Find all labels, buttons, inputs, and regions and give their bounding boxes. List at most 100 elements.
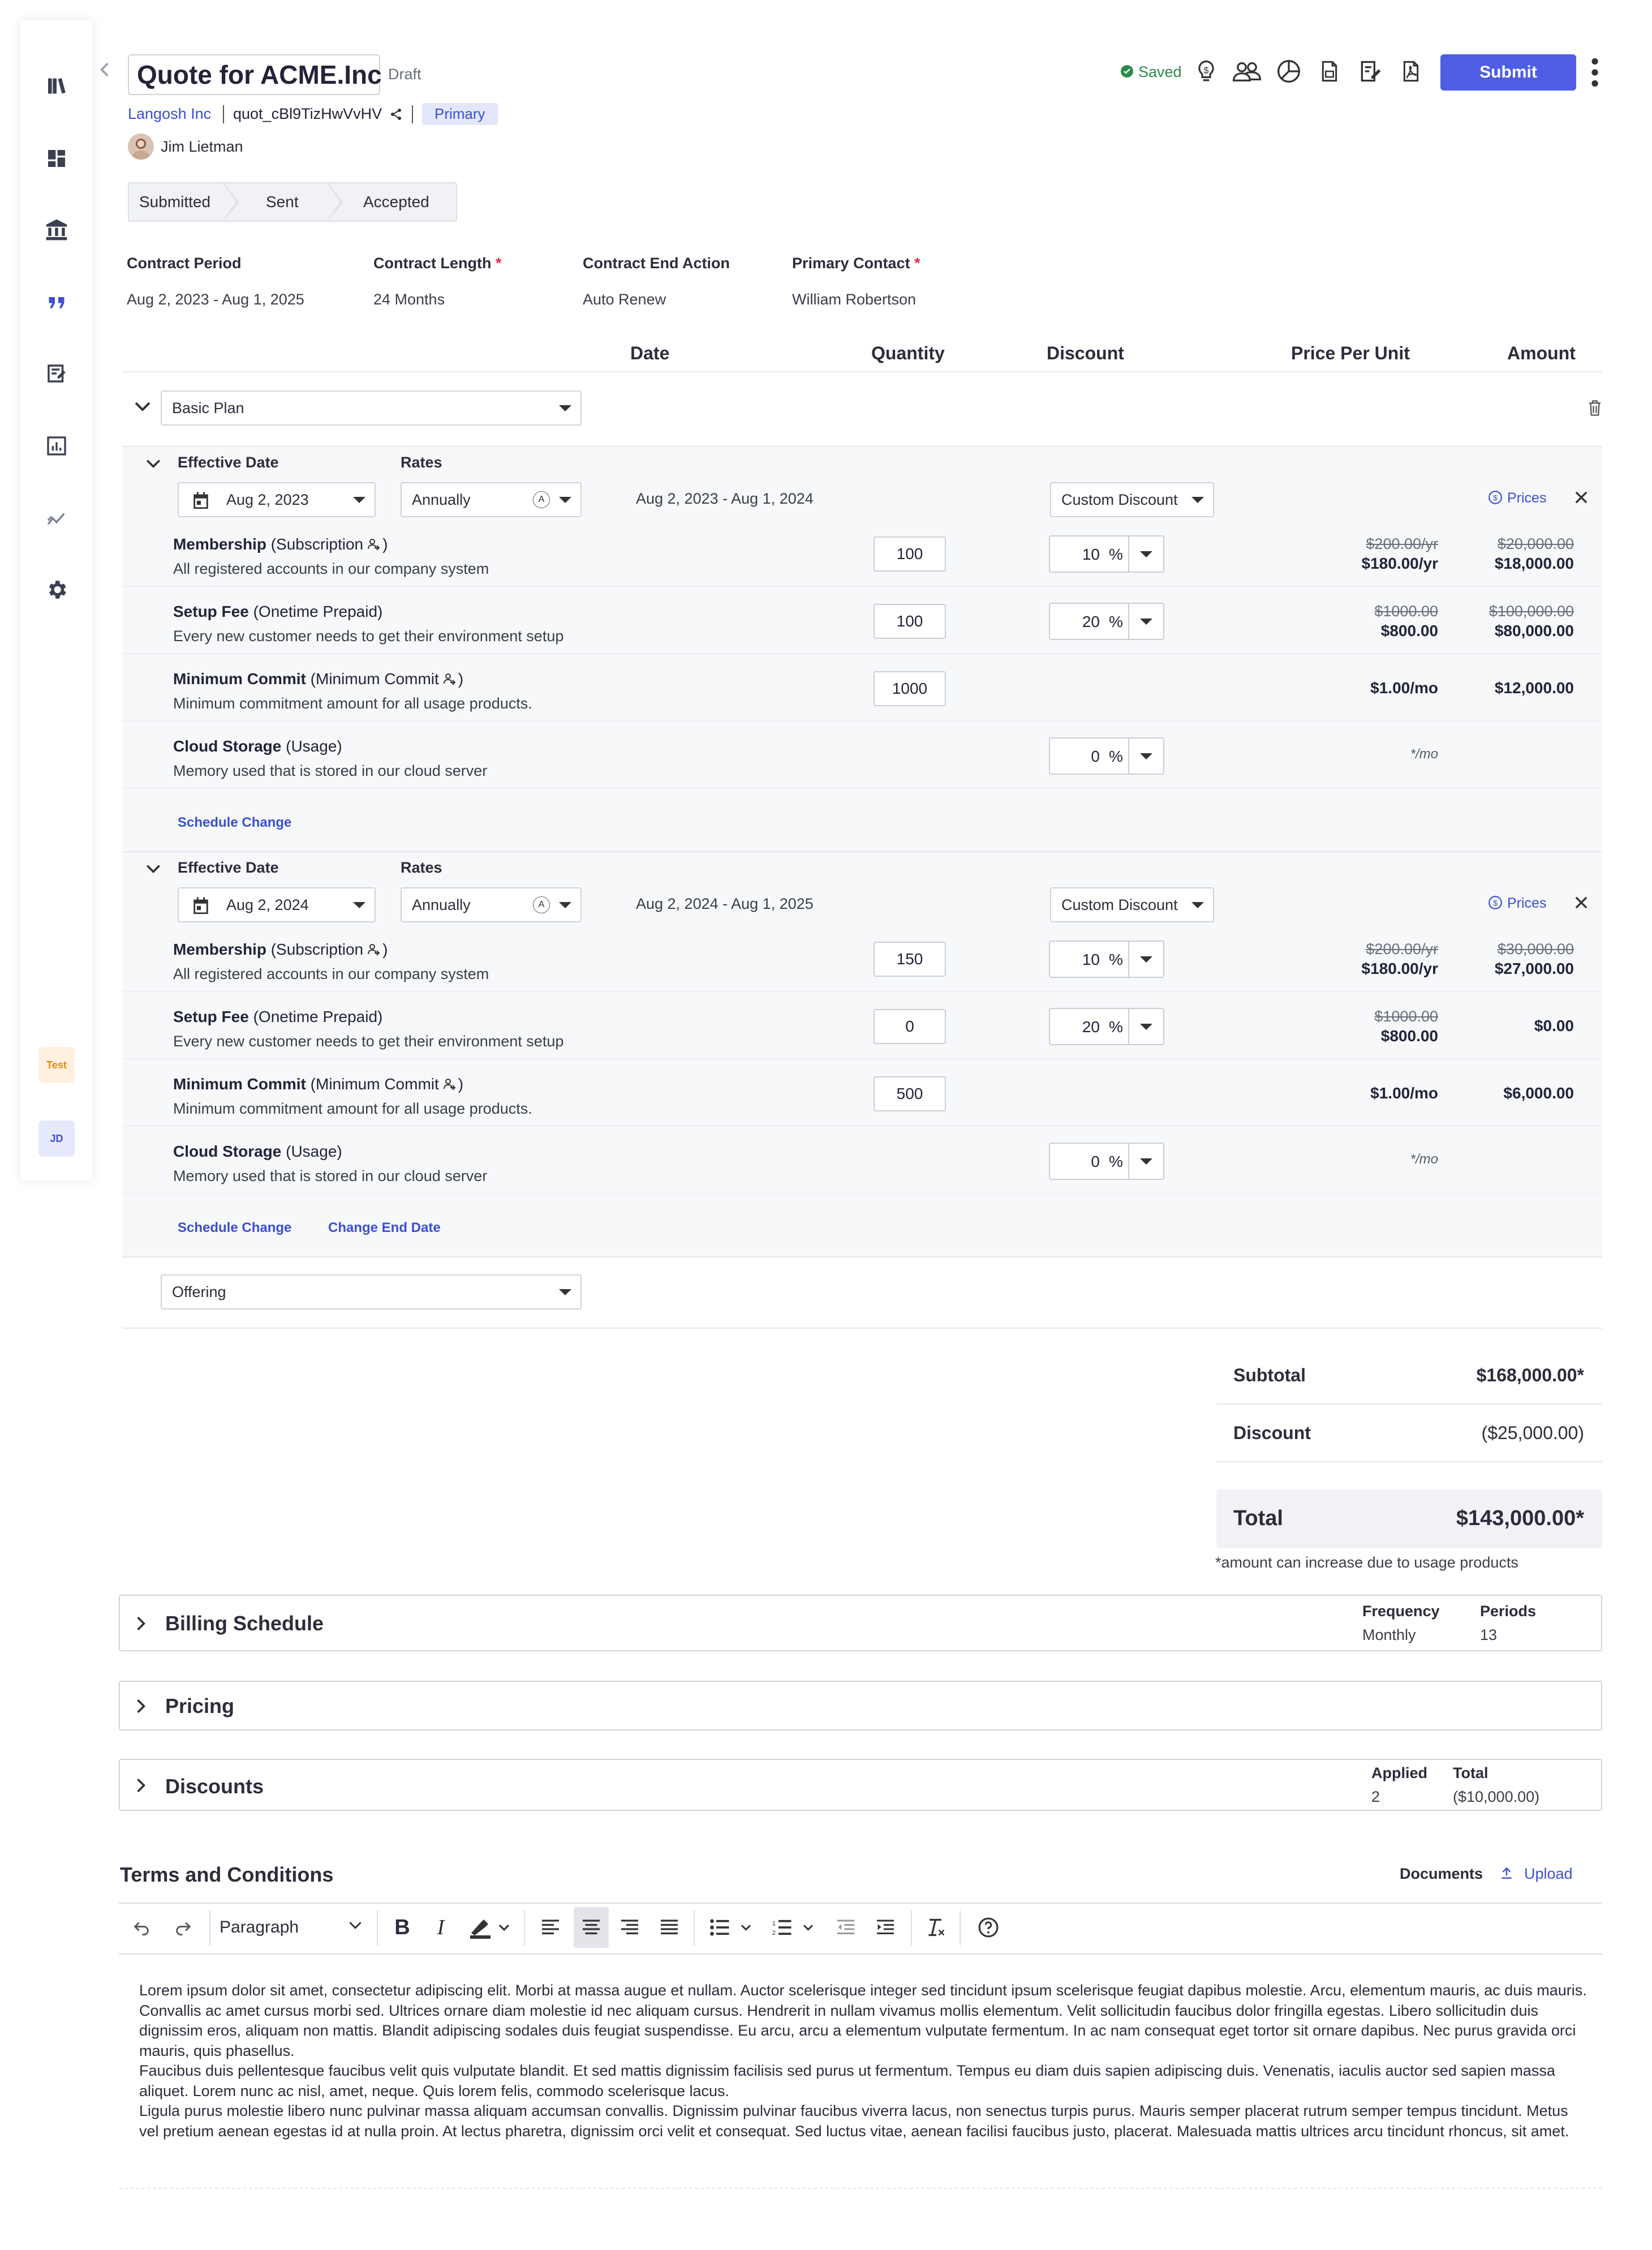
align-justify-icon[interactable] [654,1901,685,1953]
back-chevron-icon[interactable] [98,61,111,78]
redo-icon[interactable] [167,1901,199,1953]
collapse-plan-icon[interactable] [135,401,150,412]
undo-icon[interactable] [126,1901,157,1953]
clear-formatting-icon[interactable] [921,1901,952,1953]
paragraph-style-select[interactable]: Paragraph [220,1901,372,1953]
help-icon[interactable] [973,1901,1004,1953]
prices-info-icon[interactable]: $ [1488,895,1503,910]
discount-input[interactable]: 20% [1049,603,1164,640]
prices-link[interactable]: Prices [1507,895,1546,912]
quantity-input[interactable]: 150 [874,942,946,977]
collapse-segment-icon[interactable] [146,458,161,469]
discount-input[interactable]: 0% [1049,737,1164,775]
quantity-input[interactable]: 1000 [874,671,946,706]
prices-info-icon[interactable]: $ [1488,490,1503,505]
discount-input[interactable]: 10% [1049,535,1164,573]
idea-icon[interactable]: $ [1190,55,1222,87]
indent-icon[interactable] [870,1901,901,1953]
change-end-date-link[interactable]: Change End Date [328,1220,441,1236]
line-item-title: Membership (Subscription) [173,941,388,958]
bold-icon[interactable]: B [387,1901,418,1953]
original-amount: $30,000.00 [1497,941,1574,957]
svg-text:$: $ [1204,66,1209,76]
upload-icon[interactable] [1499,1865,1514,1881]
svg-text:2: 2 [772,1930,776,1936]
outdent-icon[interactable] [831,1901,861,1953]
quantity-input[interactable]: 100 [874,604,946,639]
users-icon[interactable] [1231,55,1263,87]
close-icon[interactable] [1575,896,1588,909]
offering-select[interactable]: Offering [161,1274,582,1309]
edit-document-icon[interactable] [1354,55,1386,87]
numbered-list-icon[interactable]: 12 [767,1901,824,1953]
svg-text:$: $ [1493,898,1498,907]
contract-end-action-value[interactable]: Auto Renew [583,291,666,308]
discount-input[interactable]: 0% [1049,1143,1164,1180]
contract-period-value[interactable]: Aug 2, 2023 - Aug 1, 2025 [127,291,304,308]
schedule-change-link[interactable]: Schedule Change [178,1220,291,1236]
document-icon[interactable] [1314,55,1345,87]
discount-value: ($25,000.00) [1481,1423,1584,1443]
pie-chart-icon[interactable] [1273,55,1305,87]
billing-schedule-accordion[interactable]: Billing Schedule Frequency Monthly Perio… [119,1595,1602,1651]
discount-input[interactable]: 20% [1049,1008,1164,1045]
billing-schedule-title: Billing Schedule [165,1612,324,1635]
effective-date-picker[interactable]: Aug 2, 2024 [178,887,376,922]
align-left-icon[interactable] [535,1901,566,1953]
subtotal-label: Subtotal [1233,1365,1306,1385]
upload-link[interactable]: Upload [1524,1865,1573,1883]
unit-price: */mo [1410,746,1438,762]
schedule-change-link[interactable]: Schedule Change [178,815,291,831]
bullet-list-icon[interactable] [705,1901,762,1953]
submit-button[interactable]: Submit [1440,54,1576,91]
discount-dropdown-button[interactable] [1128,1144,1163,1179]
stage-submitted[interactable]: Submitted [139,183,210,221]
original-price: $200.00/yr [1366,535,1438,552]
unit-price: $800.00 [1380,1027,1438,1045]
quantity-input[interactable]: 0 [874,1009,946,1044]
highlight-icon[interactable] [464,1901,517,1953]
more-options-icon[interactable] [1591,58,1599,87]
discount-dropdown-button[interactable] [1128,536,1163,572]
pricing-accordion[interactable]: Pricing [119,1681,1602,1731]
discount-dropdown-button[interactable] [1128,604,1163,639]
collapse-segment-icon[interactable] [146,864,161,874]
discount-type-select[interactable]: Custom Discount [1050,887,1214,922]
unit-price: $180.00/yr [1361,555,1438,572]
total-value: $143,000.00* [1456,1506,1584,1530]
stage-accepted[interactable]: Accepted [363,183,429,221]
effective-date-picker[interactable]: Aug 2, 2023 [178,482,376,517]
rates-select[interactable]: Annually A [401,482,582,517]
delete-icon[interactable] [1588,400,1602,416]
quantity-input[interactable]: 500 [874,1076,946,1111]
terms-editor[interactable]: Lorem ipsum dolor sit amet, consectetur … [139,1981,1588,2141]
discount-dropdown-button[interactable] [1128,1009,1163,1044]
align-center-icon[interactable] [574,1907,609,1948]
primary-contact-value[interactable]: William Robertson [792,291,916,308]
align-right-icon[interactable] [614,1901,645,1953]
rates-label: Rates [401,859,442,876]
plan-select[interactable]: Basic Plan [161,390,582,426]
prices-link[interactable]: Prices [1507,490,1546,506]
close-icon[interactable] [1575,491,1588,504]
total-label: Total [1233,1506,1283,1530]
discount-type-select[interactable]: Custom Discount [1050,482,1214,517]
rates-select[interactable]: Annually A [401,887,582,922]
italic-icon[interactable]: I [425,1901,456,1953]
discount-dropdown-button[interactable] [1128,942,1163,977]
discount-input[interactable]: 10% [1049,941,1164,978]
quantity-input[interactable]: 100 [874,536,946,572]
quote-title[interactable]: Quote for ACME.Inc [128,54,382,95]
pdf-icon[interactable] [1395,55,1427,87]
contract-length-value[interactable]: 24 Months [373,291,445,308]
terms-title: Terms and Conditions [120,1863,334,1886]
line-amount: $80,000.00 [1494,622,1574,639]
stage-sent[interactable]: Sent [266,183,299,221]
owner-name[interactable]: Jim Lietman [161,138,243,156]
user-swap-icon [363,941,382,958]
column-discount: Discount [1047,343,1124,363]
share-icon[interactable] [389,108,403,121]
company-link[interactable]: Langosh Inc [128,105,211,123]
discounts-accordion[interactable]: Discounts Applied 2 Total ($10,000.00) [119,1759,1602,1811]
discount-dropdown-button[interactable] [1128,738,1163,774]
